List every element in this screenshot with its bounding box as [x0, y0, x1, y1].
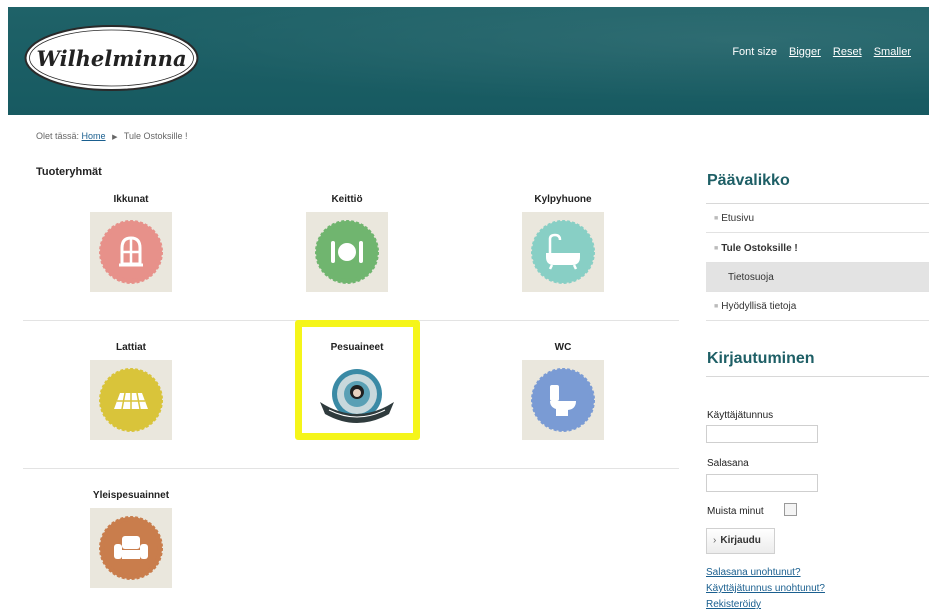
- category-wc[interactable]: WC: [513, 342, 613, 440]
- menu-bullet-icon: ■: [714, 245, 719, 252]
- category-tile[interactable]: [90, 508, 172, 588]
- logo-text: Wilhelminna: [36, 45, 187, 71]
- category-tile[interactable]: [90, 360, 172, 440]
- login-button[interactable]: › Kirjaudu: [706, 528, 775, 554]
- bathtub-icon: [531, 220, 595, 284]
- chevron-right-icon: ›: [713, 535, 717, 546]
- login-button-label: Kirjaudu: [720, 535, 761, 546]
- toilet-icon: [531, 368, 595, 432]
- password-label: Salasana: [707, 458, 749, 469]
- menu-item-label: Tule Ostoksille !: [721, 243, 798, 254]
- breadcrumb-prefix: Olet tässä:: [36, 131, 80, 141]
- category-label: Kylpyhuone: [534, 194, 592, 205]
- forgot-username-link[interactable]: Käyttäjätunnus unohtunut?: [706, 583, 825, 594]
- category-label: Ikkunat: [113, 194, 149, 205]
- main-menu-title: Päävalikko: [707, 172, 790, 189]
- armchair-icon: [99, 516, 163, 580]
- category-lattiat[interactable]: Lattiat: [81, 342, 181, 440]
- category-tile[interactable]: [522, 360, 604, 440]
- plate-cutlery-icon: [315, 220, 379, 284]
- category-yleispesuainnet[interactable]: Yleispesuainnet: [81, 490, 181, 588]
- menu-item-tietosuoja[interactable]: Tietosuoja: [706, 263, 929, 292]
- login-rule: [706, 376, 929, 377]
- category-tile[interactable]: [90, 212, 172, 292]
- forgot-password-link[interactable]: Salasana unohtunut?: [706, 567, 801, 578]
- category-tile[interactable]: [306, 212, 388, 292]
- category-label: Lattiat: [116, 342, 146, 353]
- category-label: Yleispesuainnet: [92, 490, 170, 501]
- categories-heading: Tuoteryhmät: [36, 166, 102, 178]
- font-bigger-link[interactable]: Bigger: [789, 46, 821, 58]
- category-tile[interactable]: [522, 212, 604, 292]
- category-ikkunat[interactable]: Ikkunat: [81, 194, 181, 292]
- font-reset-link[interactable]: Reset: [833, 46, 862, 58]
- font-size-controls: Font size Bigger Reset Smaller: [732, 46, 911, 58]
- menu-bullet-icon: ■: [714, 215, 719, 222]
- floor-icon: [99, 368, 163, 432]
- font-size-label: Font size: [732, 46, 777, 58]
- font-smaller-link[interactable]: Smaller: [874, 46, 911, 58]
- breadcrumb-home-link[interactable]: Home: [82, 131, 106, 141]
- site-header: Wilhelminna Font size Bigger Reset Small…: [8, 7, 929, 115]
- menu-item-label: Hyödyllisä tietoja: [721, 301, 797, 312]
- menu-item-label: Etusivu: [721, 213, 755, 224]
- username-label: Käyttäjätunnus: [707, 410, 774, 421]
- category-label: WC: [554, 342, 572, 353]
- breadcrumb-current: Tule Ostoksille !: [123, 131, 188, 141]
- remember-me-checkbox[interactable]: [784, 503, 797, 516]
- password-input[interactable]: [706, 474, 818, 492]
- category-row-divider: [23, 468, 679, 469]
- menu-item-tule-ostoksille[interactable]: ■ Tule Ostoksille !: [706, 234, 929, 263]
- menu-bullet-icon: ■: [714, 303, 719, 310]
- remember-me-label: Muista minut: [707, 506, 764, 517]
- window-icon: [99, 220, 163, 284]
- username-input[interactable]: [706, 425, 818, 443]
- highlight-box: [295, 320, 420, 440]
- category-kylpyhuone[interactable]: Kylpyhuone: [513, 194, 613, 292]
- menu-item-etusivu[interactable]: ■ Etusivu: [706, 204, 929, 233]
- category-keittio[interactable]: Keittiö: [297, 194, 397, 292]
- menu-item-hyodyllisa-tietoja[interactable]: ■ Hyödyllisä tietoja: [706, 292, 929, 321]
- breadcrumb-arrow-icon: ▶: [112, 134, 118, 141]
- breadcrumb: Olet tässä: Home ▶ Tule Ostoksille !: [36, 131, 188, 141]
- register-link[interactable]: Rekisteröidy: [706, 599, 761, 610]
- category-label: Keittiö: [331, 194, 363, 205]
- site-logo[interactable]: Wilhelminna: [23, 24, 200, 92]
- login-title: Kirjautuminen: [707, 350, 815, 367]
- menu-item-label: Tietosuoja: [728, 272, 774, 283]
